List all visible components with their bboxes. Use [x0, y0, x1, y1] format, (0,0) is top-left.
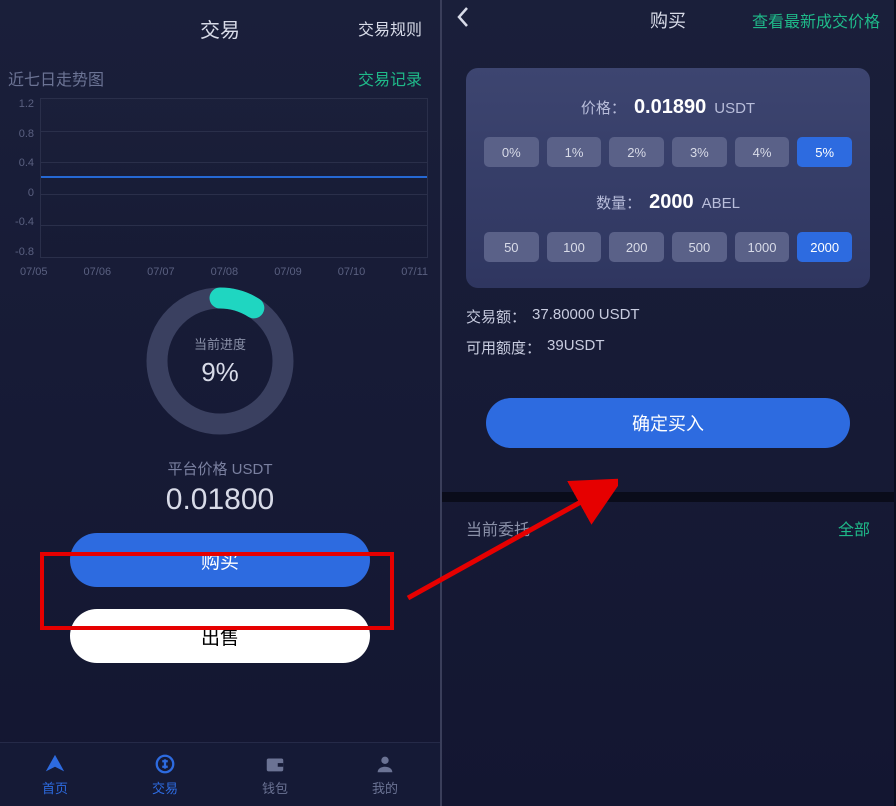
qty-chip-row: 50 100 200 500 1000 2000	[484, 232, 852, 262]
price-value: 0.01800	[0, 483, 440, 517]
orders-title: 当前委托	[466, 516, 530, 540]
profile-icon	[373, 752, 397, 776]
page-title: 交易	[200, 14, 240, 43]
page-title: 购买	[650, 7, 686, 33]
x-tick: 07/10	[338, 266, 366, 278]
qty-unit: ABEL	[702, 195, 740, 212]
rules-link[interactable]: 交易规则	[358, 16, 422, 40]
nav-trade[interactable]: 交易	[110, 743, 220, 806]
qty-label: 数量：	[596, 192, 641, 213]
section-divider	[442, 492, 894, 502]
price-label: 价格：	[581, 97, 626, 118]
y-tick: 1.2	[8, 98, 34, 110]
percent-chip-row: 0% 1% 2% 3% 4% 5%	[484, 137, 852, 167]
progress-ring: 当前进度 9%	[145, 286, 295, 436]
pct-chip-4[interactable]: 4%	[735, 137, 790, 167]
nav-label: 首页	[42, 778, 68, 797]
nav-wallet[interactable]: 钱包	[220, 743, 330, 806]
y-tick: 0	[8, 187, 34, 199]
trade-amount-label: 交易额：	[466, 306, 526, 327]
qty-chip-1000[interactable]: 1000	[735, 232, 790, 262]
x-tick: 07/09	[274, 266, 302, 278]
x-tick: 07/11	[401, 266, 428, 278]
wallet-icon	[263, 752, 287, 776]
pct-chip-0[interactable]: 0%	[484, 137, 539, 167]
x-tick: 07/08	[211, 266, 239, 278]
price-label: 平台价格 USDT	[0, 458, 440, 479]
progress-value: 9%	[201, 357, 239, 388]
sell-button[interactable]: 出售	[70, 609, 370, 663]
qty-chip-500[interactable]: 500	[672, 232, 727, 262]
confirm-buy-button[interactable]: 确定买入	[486, 398, 850, 448]
qty-chip-200[interactable]: 200	[609, 232, 664, 262]
price-value: 0.01890	[634, 96, 706, 119]
nav-profile[interactable]: 我的	[330, 743, 440, 806]
records-link[interactable]: 交易记录	[358, 66, 422, 90]
qty-chip-50[interactable]: 50	[484, 232, 539, 262]
progress-label: 当前进度	[194, 334, 246, 353]
y-tick: 0.8	[8, 128, 34, 140]
pct-chip-1[interactable]: 1%	[547, 137, 602, 167]
y-tick: -0.4	[8, 216, 34, 228]
trade-amount-value: 37.80000 USDT	[532, 306, 640, 327]
available-label: 可用额度：	[466, 337, 541, 358]
available-value: 39USDT	[547, 337, 605, 358]
orders-all-link[interactable]: 全部	[838, 516, 870, 540]
y-tick: -0.8	[8, 246, 34, 258]
buy-card: 价格： 0.01890 USDT 0% 1% 2% 3% 4% 5% 数量： 2…	[466, 68, 870, 288]
qty-chip-2000[interactable]: 2000	[797, 232, 852, 262]
pct-chip-2[interactable]: 2%	[609, 137, 664, 167]
x-tick: 07/07	[147, 266, 175, 278]
chart-series-line	[41, 176, 427, 178]
price-unit: USDT	[714, 100, 755, 117]
latest-price-link[interactable]: 查看最新成交价格	[752, 8, 880, 32]
nav-label: 交易	[152, 778, 178, 797]
pct-chip-5[interactable]: 5%	[797, 137, 852, 167]
pct-chip-3[interactable]: 3%	[672, 137, 727, 167]
bottom-nav: 首页 交易 钱包 我的	[0, 742, 440, 806]
back-icon[interactable]	[456, 6, 470, 34]
nav-label: 我的	[372, 778, 398, 797]
nav-label: 钱包	[262, 778, 288, 797]
y-tick: 0.4	[8, 157, 34, 169]
x-tick: 07/06	[84, 266, 112, 278]
chart-title: 近七日走势图	[8, 66, 104, 90]
nav-home[interactable]: 首页	[0, 743, 110, 806]
qty-value: 2000	[649, 191, 694, 214]
trend-chart: 1.2 0.8 0.4 0 -0.4 -0.8 07/05 07/06 07/0…	[0, 98, 440, 278]
x-tick: 07/05	[20, 266, 48, 278]
home-icon	[43, 752, 67, 776]
qty-chip-100[interactable]: 100	[547, 232, 602, 262]
buy-button[interactable]: 购买	[70, 533, 370, 587]
trade-icon	[153, 752, 177, 776]
